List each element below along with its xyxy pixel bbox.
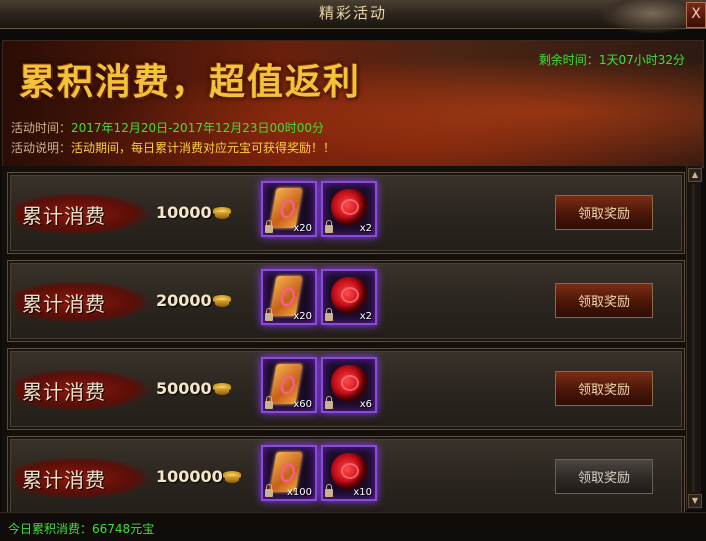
reward-tier-row: 累计消费 100000 x100 x10 领取奖励 (7, 436, 685, 512)
reward-quantity: x20 (293, 223, 312, 234)
scroll-down-arrow-icon[interactable]: ▼ (688, 494, 702, 508)
claim-reward-button[interactable]: 领取奖励 (555, 371, 653, 406)
scroll-icon (269, 452, 303, 492)
reward-quantity: x100 (286, 487, 312, 498)
reward-slot[interactable]: x100 (261, 445, 317, 501)
daily-consumption-value: 66748元宝 (92, 522, 155, 536)
event-description: 活动说明：活动期间，每日累计消费对应元宝可获得奖励！！ (11, 139, 335, 156)
lock-icon (265, 308, 273, 321)
tier-threshold: 100000 (156, 467, 223, 486)
reward-quantity: x2 (359, 223, 372, 234)
reward-slot[interactable]: x20 (261, 181, 317, 237)
scroll-icon (269, 276, 303, 316)
lock-icon (265, 396, 273, 409)
scroll-icon (269, 188, 303, 228)
event-time: 活动时间：2017年12月20日-2017年12月23日00时00分 (11, 119, 324, 136)
reward-quantity: x6 (359, 399, 372, 410)
countdown-label: 剩余时间： (538, 53, 599, 67)
lock-icon (325, 220, 333, 233)
event-description-value: 活动期间，每日累计消费对应元宝可获得奖励！！ (71, 141, 336, 155)
lock-icon (265, 220, 273, 233)
reward-slot[interactable]: x60 (261, 357, 317, 413)
reward-quantity: x10 (353, 487, 372, 498)
reward-slot[interactable]: x2 (321, 269, 377, 325)
daily-consumption: 今日累积消费：66748元宝 (8, 520, 154, 537)
vertical-scrollbar[interactable]: ▲ ▼ (686, 166, 702, 510)
lock-icon (325, 484, 333, 497)
tier-threshold: 50000 (156, 379, 212, 398)
reward-quantity: x2 (359, 311, 372, 322)
tier-label: 累计消费 (22, 468, 106, 492)
event-time-value: 2017年12月20日-2017年12月23日00时00分 (71, 121, 325, 135)
gold-ingot-icon (223, 471, 241, 483)
tier-label: 累计消费 (22, 380, 106, 404)
reward-slot[interactable]: x10 (321, 445, 377, 501)
reward-slot[interactable]: x6 (321, 357, 377, 413)
rose-icon (331, 277, 367, 313)
countdown: 剩余时间：1天07小时32分 (539, 51, 685, 68)
event-description-label: 活动说明： (11, 141, 72, 155)
event-time-label: 活动时间： (11, 121, 72, 135)
daily-consumption-label: 今日累积消费： (8, 522, 93, 536)
close-button[interactable]: X (686, 2, 706, 28)
reward-tier-row: 累计消费 50000 x60 x6 领取奖励 (7, 348, 685, 430)
tier-threshold: 20000 (156, 291, 212, 310)
gold-ingot-icon (213, 383, 231, 395)
tier-label: 累计消费 (22, 292, 106, 316)
rose-icon (331, 453, 367, 489)
dragon-ornament-icon (598, 0, 688, 34)
window-title-bar: 精彩活动 X (0, 0, 706, 34)
reward-slot[interactable]: x20 (261, 269, 317, 325)
lock-icon (325, 308, 333, 321)
claim-reward-button[interactable]: 领取奖励 (555, 459, 653, 494)
claim-reward-button[interactable]: 领取奖励 (555, 195, 653, 230)
reward-quantity: x20 (293, 311, 312, 322)
lock-icon (325, 396, 333, 409)
tier-label: 累计消费 (22, 204, 106, 228)
rose-icon (331, 189, 367, 225)
reward-tier-row: 累计消费 10000 x20 x2 领取奖励 (7, 172, 685, 254)
reward-quantity: x60 (293, 399, 312, 410)
scroll-track[interactable] (692, 184, 695, 492)
reward-slot[interactable]: x2 (321, 181, 377, 237)
reward-tier-row: 累计消费 20000 x20 x2 领取奖励 (7, 260, 685, 342)
lock-icon (265, 484, 273, 497)
reward-tier-list: 累计消费 10000 x20 x2 领取奖励 累计消费 20000 x20 x2 (2, 166, 686, 512)
scroll-icon (269, 364, 303, 404)
rose-icon (331, 365, 367, 401)
gold-ingot-icon (213, 207, 231, 219)
event-banner: 累积消费，超值返利 剩余时间：1天07小时32分 活动时间：2017年12月20… (2, 40, 704, 168)
countdown-value: 1天07小时32分 (598, 53, 685, 67)
scroll-up-arrow-icon[interactable]: ▲ (688, 168, 702, 182)
gold-ingot-icon (213, 295, 231, 307)
claim-reward-button[interactable]: 领取奖励 (555, 283, 653, 318)
banner-heading: 累积消费，超值返利 (19, 62, 362, 103)
tier-threshold: 10000 (156, 203, 212, 222)
footer-bar: 今日累积消费：66748元宝 (0, 512, 706, 541)
